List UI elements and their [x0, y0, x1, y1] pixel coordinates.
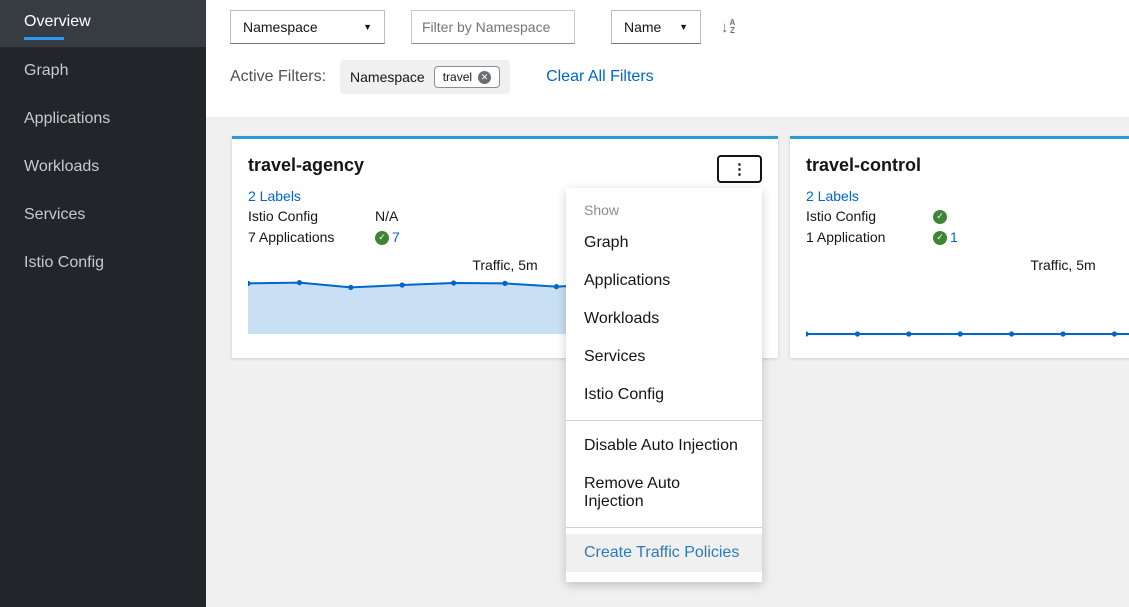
- overview-toolbar-section: Namespace ▼ Name ▼ ↓ AZ Active Filters: …: [206, 0, 1129, 117]
- traffic-chart-title: Traffic, 5m: [806, 256, 1129, 275]
- sidebar-item-label: Istio Config: [24, 254, 104, 272]
- applications-label: 7 Applications: [248, 227, 375, 248]
- sort-alpha-letters: AZ: [730, 19, 736, 35]
- sort-order-button[interactable]: ↓ AZ: [719, 17, 737, 37]
- times-circle-icon[interactable]: ✕: [478, 71, 491, 84]
- sidebar-item-services[interactable]: Services: [0, 191, 206, 239]
- menu-item-remove-auto-injection[interactable]: Remove Auto Injection: [566, 465, 762, 521]
- sidebar-item-applications[interactable]: Applications: [0, 95, 206, 143]
- labels-link[interactable]: 2 Labels: [248, 187, 301, 206]
- sidebar-item-graph[interactable]: Graph: [0, 47, 206, 95]
- namespace-actions-menu: Show Graph Applications Workloads Servic…: [566, 188, 762, 582]
- menu-item-istio-config[interactable]: Istio Config: [566, 376, 762, 414]
- vertical-nav: Overview Graph Applications Workloads Se…: [0, 0, 206, 607]
- istio-config-value: ✓ N/A: [375, 206, 398, 227]
- applications-row: 1 Application ✓ 1: [806, 227, 1129, 248]
- kebab-vertical-icon: ⋮: [732, 162, 747, 177]
- namespace-title: travel-control: [806, 155, 921, 176]
- applications-label: 1 Application: [806, 227, 933, 248]
- sidebar-item-istio-config[interactable]: Istio Config: [0, 239, 206, 287]
- card-header: travel-agency ⋮: [248, 155, 762, 185]
- labels-link[interactable]: 2 Labels: [806, 187, 859, 206]
- filter-chip-travel: travel ✕: [434, 66, 500, 88]
- chip-group-category: Namespace: [350, 69, 425, 85]
- menu-separator: [566, 527, 762, 528]
- filter-toolbar: Namespace ▼ Name ▼ ↓ AZ: [206, 0, 1129, 44]
- filter-chip-label: travel: [443, 70, 472, 84]
- traffic-sparkline-chart: [806, 277, 1129, 337]
- istio-config-status-text: N/A: [375, 206, 398, 227]
- menu-item-graph[interactable]: Graph: [566, 224, 762, 262]
- clear-all-filters-link[interactable]: Clear All Filters: [546, 68, 654, 86]
- healthy-count: 1: [950, 227, 958, 248]
- sidebar-item-label: Overview: [24, 13, 91, 40]
- applications-health[interactable]: ✓ 1: [933, 227, 958, 248]
- active-filters-row: Active Filters: Namespace travel ✕ Clear…: [206, 60, 1129, 94]
- namespace-filter-input[interactable]: [411, 10, 575, 44]
- healthy-count: 7: [392, 227, 400, 248]
- istio-config-label: Istio Config: [248, 206, 375, 227]
- istio-config-row: Istio Config ✓: [806, 206, 1129, 227]
- namespace-chip-group: Namespace travel ✕: [340, 60, 510, 94]
- kebab-menu-button[interactable]: ⋮: [717, 155, 762, 183]
- check-circle-icon: ✓: [933, 210, 947, 224]
- caret-down-icon: ▼: [679, 22, 688, 32]
- check-circle-icon: ✓: [375, 231, 389, 245]
- filter-type-select-value: Namespace: [243, 19, 318, 35]
- namespace-title: travel-agency: [248, 155, 364, 176]
- istio-config-label: Istio Config: [806, 206, 933, 227]
- menu-group-header: Show: [566, 194, 762, 224]
- sidebar-item-label: Workloads: [24, 158, 99, 176]
- menu-separator: [566, 420, 762, 421]
- check-circle-icon: ✓: [933, 231, 947, 245]
- namespace-card-travel-control: travel-control 2 Labels Istio Config ✓ 1…: [790, 136, 1129, 358]
- sidebar-item-workloads[interactable]: Workloads: [0, 143, 206, 191]
- sort-by-select-value: Name: [624, 19, 661, 35]
- menu-item-workloads[interactable]: Workloads: [566, 300, 762, 338]
- active-filters-label: Active Filters:: [230, 68, 326, 86]
- sidebar-item-label: Applications: [24, 110, 110, 128]
- menu-item-applications[interactable]: Applications: [566, 262, 762, 300]
- menu-item-services[interactable]: Services: [566, 338, 762, 376]
- card-header: travel-control: [806, 155, 1129, 185]
- menu-item-disable-auto-injection[interactable]: Disable Auto Injection: [566, 427, 762, 465]
- sort-by-select[interactable]: Name ▼: [611, 10, 701, 44]
- sidebar-item-label: Graph: [24, 62, 68, 80]
- applications-health[interactable]: ✓ 7: [375, 227, 400, 248]
- sidebar-item-label: Services: [24, 206, 85, 224]
- sort-alpha-down-icon: ↓: [721, 20, 729, 35]
- filter-type-select[interactable]: Namespace ▼: [230, 10, 385, 44]
- istio-config-value[interactable]: ✓: [933, 206, 950, 227]
- caret-down-icon: ▼: [363, 22, 372, 32]
- sidebar-item-overview[interactable]: Overview: [0, 0, 206, 47]
- menu-item-create-traffic-policies[interactable]: Create Traffic Policies: [566, 534, 762, 572]
